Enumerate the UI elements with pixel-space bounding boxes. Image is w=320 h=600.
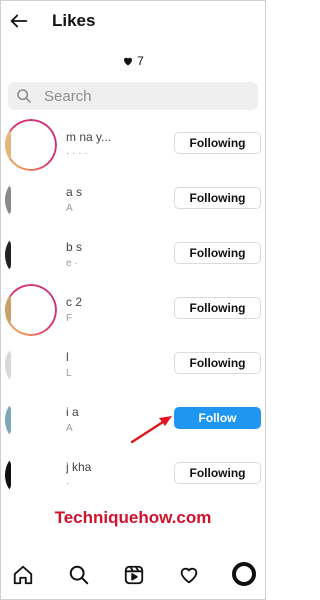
- following-button[interactable]: Following: [174, 352, 261, 374]
- display-name: L: [66, 368, 72, 379]
- back-arrow-icon[interactable]: [8, 10, 30, 32]
- watermark-text: Techniquehow.com: [54, 508, 212, 527]
- list-item[interactable]: j kha · Following: [0, 446, 266, 501]
- username[interactable]: l: [66, 350, 171, 364]
- username[interactable]: c 2: [66, 295, 171, 309]
- list-item[interactable]: m na y... · · · · Following: [0, 116, 266, 171]
- page-title: Likes: [52, 11, 96, 30]
- heart-icon: [124, 57, 133, 66]
- list-item[interactable]: a s A Following: [0, 171, 266, 226]
- likes-count: 7: [0, 54, 266, 68]
- list-item[interactable]: c 2 F Following: [0, 281, 266, 336]
- display-name: · · · ·: [66, 148, 88, 159]
- username[interactable]: m na y...: [66, 130, 171, 144]
- search-icon[interactable]: [68, 564, 90, 586]
- home-icon[interactable]: [12, 564, 34, 586]
- following-button[interactable]: Following: [174, 462, 261, 484]
- search-bar[interactable]: [8, 82, 258, 110]
- following-button[interactable]: Following: [174, 132, 261, 154]
- following-button[interactable]: Following: [174, 242, 261, 264]
- display-name: ·: [66, 478, 70, 489]
- header: Likes: [0, 0, 266, 44]
- username[interactable]: a s: [66, 185, 171, 199]
- likes-count-value: 7: [137, 54, 144, 68]
- following-button[interactable]: Following: [174, 187, 261, 209]
- annotation-arrow-icon: [130, 416, 172, 444]
- avatar[interactable]: [5, 339, 57, 391]
- display-name: e ·: [66, 258, 78, 269]
- username[interactable]: b s: [66, 240, 171, 254]
- heart-icon[interactable]: [178, 564, 200, 586]
- reels-icon[interactable]: [123, 564, 145, 586]
- avatar[interactable]: [5, 284, 57, 336]
- display-name: F: [66, 313, 73, 324]
- avatar[interactable]: [5, 229, 57, 281]
- profile-avatar[interactable]: [232, 562, 256, 586]
- search-input[interactable]: [44, 85, 244, 107]
- follow-button[interactable]: Follow: [174, 407, 261, 429]
- list-item[interactable]: l L Following: [0, 336, 266, 391]
- avatar[interactable]: [5, 119, 57, 171]
- avatar[interactable]: [5, 394, 57, 446]
- display-name: A: [66, 203, 73, 214]
- following-button[interactable]: Following: [174, 297, 261, 319]
- search-icon: [17, 89, 31, 103]
- username[interactable]: j kha: [66, 460, 171, 474]
- avatar[interactable]: [5, 449, 57, 501]
- list-item[interactable]: b s e · Following: [0, 226, 266, 281]
- bottom-nav: [0, 556, 266, 594]
- avatar[interactable]: [5, 174, 57, 226]
